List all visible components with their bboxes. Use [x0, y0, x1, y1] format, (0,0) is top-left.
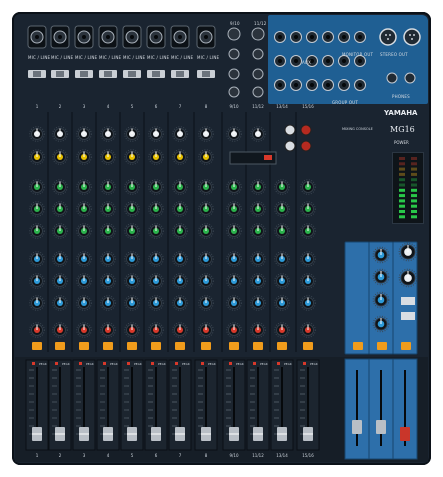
channel-number-label: 8: [204, 104, 208, 109]
channel-number-label: 6: [154, 104, 158, 109]
channel-number-label: 5: [130, 453, 134, 458]
peak-label: PEAK: [110, 362, 119, 366]
channel-number-label: 4: [106, 104, 110, 109]
peak-label: PEAK: [39, 362, 48, 366]
channel-number-label: 7: [178, 104, 182, 109]
peak-label: PEAK: [182, 362, 191, 366]
master-fader[interactable]: [400, 427, 410, 441]
master-section-panel: [344, 241, 370, 355]
peak-led-icon: [103, 362, 106, 365]
channel-number-label: 1: [35, 453, 39, 458]
mode-switch[interactable]: [401, 312, 415, 320]
peak-label: PEAK: [134, 362, 143, 366]
channel-number-label: 1: [35, 104, 39, 109]
on-button[interactable]: [79, 342, 89, 350]
channel-number-label: 7: [178, 453, 182, 458]
on-button[interactable]: [253, 342, 263, 350]
channel-number-label: 11/12: [252, 453, 264, 458]
peak-label: PEAK: [310, 362, 319, 366]
on-button[interactable]: [201, 342, 211, 350]
channel-number-label: 5: [130, 104, 134, 109]
peak-led-icon: [229, 362, 232, 365]
mixer-body: MIC / LINE MIC / LINE MIC / LINE MIC / LINE…: [12, 12, 431, 465]
master-fader[interactable]: [376, 420, 386, 434]
phantom-switch[interactable]: [264, 155, 272, 160]
fader-slot: [356, 370, 358, 446]
peak-label: PEAK: [158, 362, 167, 366]
peak-label: PEAK: [260, 362, 269, 366]
peak-led-icon: [127, 362, 130, 365]
master-fader[interactable]: [352, 420, 362, 434]
channel-number-label: 11/12: [252, 104, 264, 109]
channel-number-label: 8: [204, 453, 208, 458]
on-button[interactable]: [32, 342, 42, 350]
channel-number-label: 9/10: [229, 104, 239, 109]
peak-led-icon: [303, 362, 306, 365]
on-button[interactable]: [175, 342, 185, 350]
master-on-button[interactable]: [353, 342, 363, 350]
channel-number-label: 15/16: [302, 104, 314, 109]
channel-number-label: 3: [82, 104, 86, 109]
on-button[interactable]: [277, 342, 287, 350]
on-button[interactable]: [55, 342, 65, 350]
peak-label: PEAK: [208, 362, 217, 366]
peak-label: PEAK: [86, 362, 95, 366]
peak-label: PEAK: [284, 362, 293, 366]
channel-number-label: 13/14: [276, 453, 288, 458]
peak-led-icon: [253, 362, 256, 365]
channel-number-label: 6: [154, 453, 158, 458]
rca-jack-icon: [300, 124, 312, 136]
peak-led-icon: [201, 362, 204, 365]
channel-number-label: 9/10: [229, 453, 239, 458]
on-button[interactable]: [103, 342, 113, 350]
peak-label: PEAK: [236, 362, 245, 366]
channel-number-label: 4: [106, 453, 110, 458]
master-on-button[interactable]: [377, 342, 387, 350]
rca-jack-icon: [284, 140, 296, 152]
rca-jack-icon: [284, 124, 296, 136]
peak-led-icon: [151, 362, 154, 365]
channel-number-label: 15/16: [302, 453, 314, 458]
channel-number-label: 13/14: [276, 104, 288, 109]
fader-slot: [380, 370, 382, 446]
peak-label: PEAK: [62, 362, 71, 366]
rca-jack-icon: [300, 140, 312, 152]
on-button[interactable]: [151, 342, 161, 350]
peak-led-icon: [32, 362, 35, 365]
peak-led-icon: [55, 362, 58, 365]
channel-number-label: 2: [58, 104, 62, 109]
peak-led-icon: [175, 362, 178, 365]
peak-led-icon: [277, 362, 280, 365]
on-button[interactable]: [303, 342, 313, 350]
channel-number-label: 3: [82, 453, 86, 458]
master-on-button[interactable]: [401, 342, 411, 350]
channel-number-label: 2: [58, 453, 62, 458]
on-button[interactable]: [127, 342, 137, 350]
channel-knobs: PEAK PEAK PEAK PEAK PEAK PEAK PEAK PEAK PEAK PEAK…: [15, 112, 428, 462]
peak-led-icon: [79, 362, 82, 365]
mode-switch[interactable]: [401, 297, 415, 305]
on-button[interactable]: [229, 342, 239, 350]
